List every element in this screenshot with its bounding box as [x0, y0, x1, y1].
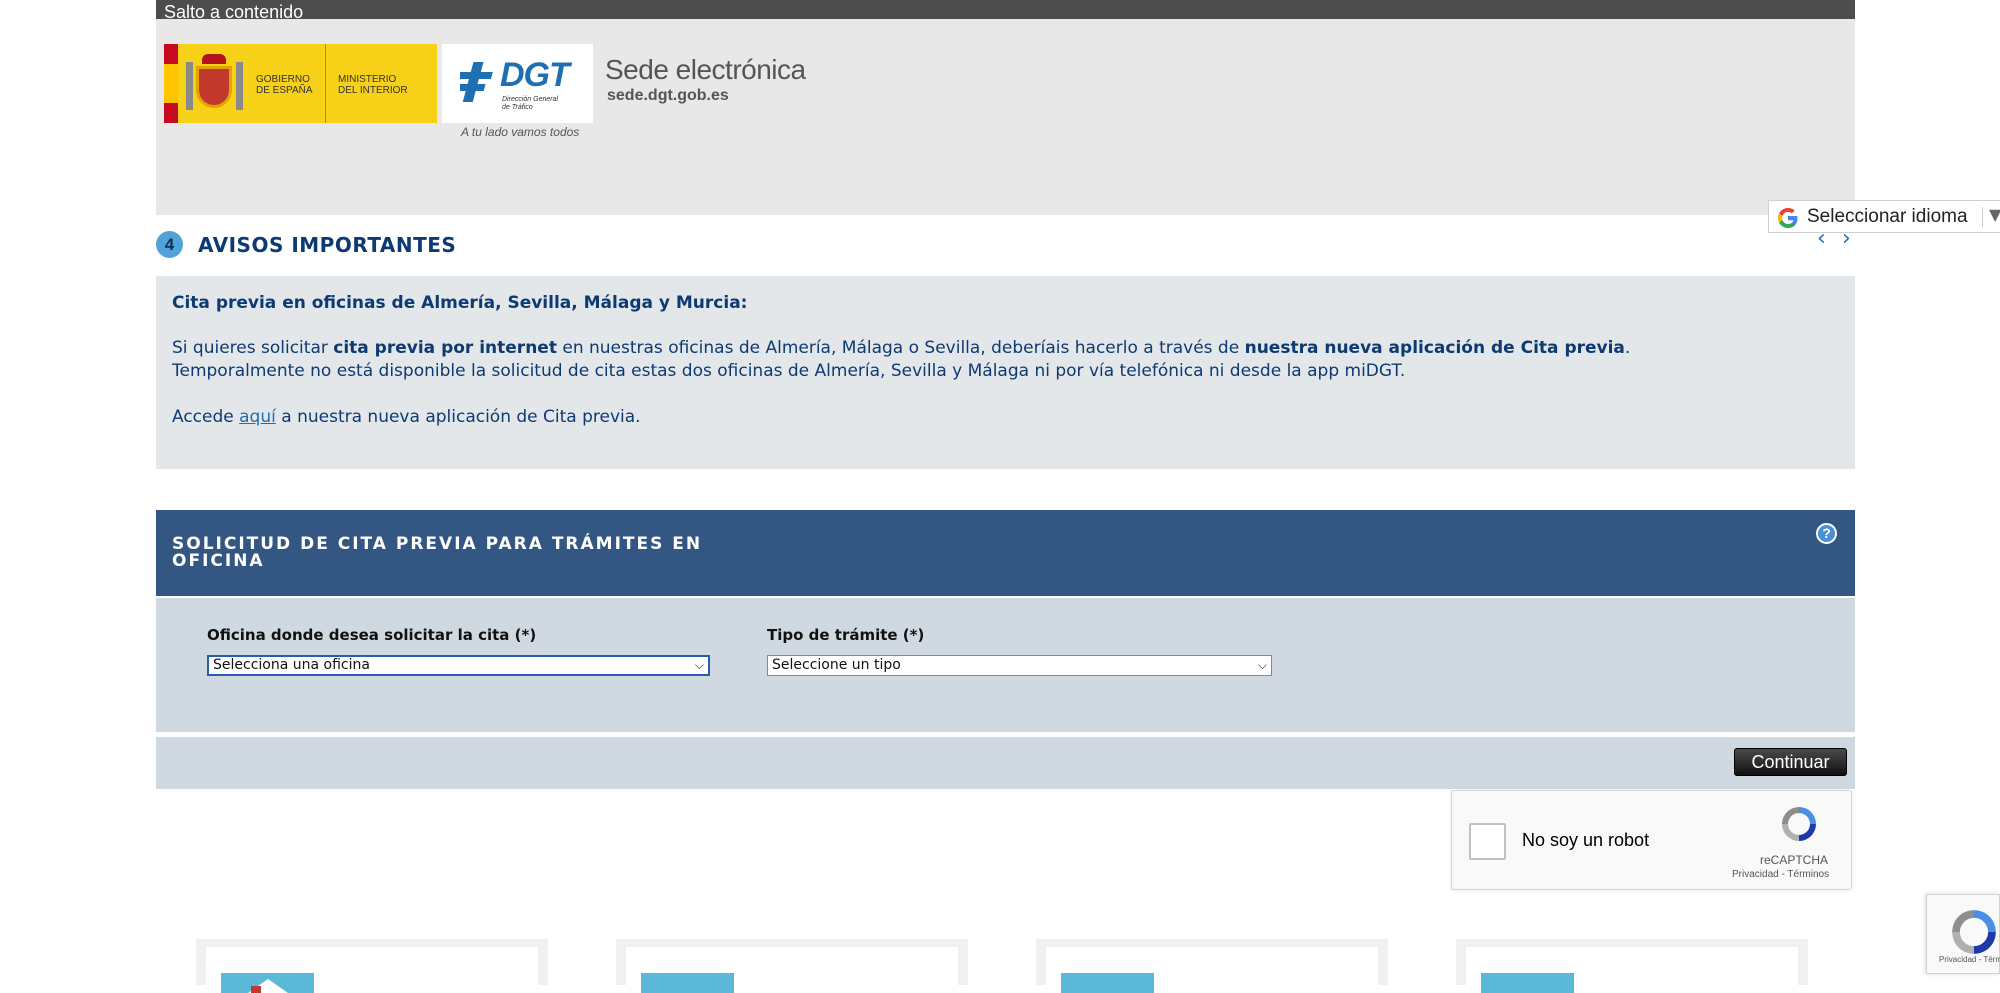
avisos-title: AVISOS IMPORTANTES	[198, 233, 457, 257]
recaptcha-widget: No soy un robot reCAPTCHA Privacidad - T…	[1451, 790, 1852, 890]
recaptcha-badge[interactable]: Privacidad - Términos	[1926, 894, 2000, 974]
home-icon	[221, 973, 314, 993]
aviso-panel: Cita previa en oficinas de Almería, Sevi…	[156, 276, 1855, 469]
solicitud-header: SOLICITUD DE CITA PREVIA PARA TRÁMITES E…	[156, 510, 1855, 596]
dgt-subtitle: Dirección General de Tráfico	[502, 96, 559, 111]
service-icon	[641, 973, 734, 993]
recaptcha-badge-icon	[1952, 910, 1996, 954]
dgt-letters: DGT	[500, 56, 570, 94]
site-header: Gobierno de España Ministerio del Interi…	[156, 19, 2000, 233]
language-separator	[1982, 207, 1983, 227]
oficina-select-value: Selecciona una oficina	[213, 657, 370, 673]
service-card-inner	[1046, 947, 1378, 993]
oficina-label: Oficina donde desea solicitar la cita (*…	[207, 626, 537, 644]
language-selector[interactable]: Seleccionar idioma ▼	[1768, 200, 2000, 233]
service-card[interactable]	[1456, 939, 1808, 993]
help-icon[interactable]: ?	[1816, 523, 1837, 544]
recaptcha-badge-links: Privacidad - Términos	[1939, 955, 2000, 964]
coat-of-arms-icon	[178, 44, 248, 123]
continue-button[interactable]: Continuar	[1734, 748, 1847, 776]
gobierno-text: Gobierno de España	[248, 44, 326, 123]
recaptcha-checkbox[interactable]	[1469, 823, 1506, 860]
dgt-slogan: A tu lado vamos todos	[461, 125, 580, 139]
avisos-prev-icon[interactable]: ‹	[1817, 226, 1826, 251]
tramite-select-value: Seleccione un tipo	[772, 657, 901, 673]
service-card-inner	[206, 947, 538, 993]
chevron-down-icon: ⌵	[1257, 658, 1267, 672]
spain-flag-icon	[164, 44, 178, 123]
solicitud-form: Oficina donde desea solicitar la cita (*…	[156, 598, 1855, 732]
aviso-line-2: Temporalmente no está disponible la soli…	[172, 361, 1406, 381]
dgt-logo[interactable]: DGT Dirección General de Tráfico	[442, 44, 593, 123]
aviso-heading: Cita previa en oficinas de Almería, Sevi…	[172, 293, 748, 313]
sede-url: sede.dgt.gob.es	[607, 87, 729, 104]
dropdown-arrow-icon: ▼	[1989, 205, 2000, 224]
aviso-aqui-link[interactable]: aquí	[239, 407, 276, 427]
recaptcha-brand: reCAPTCHA	[1760, 853, 1829, 867]
google-icon	[1778, 208, 1798, 228]
aviso-line-1: Si quieres solicitar cita previa por int…	[172, 338, 1631, 358]
gobierno-logo[interactable]: Gobierno de España Ministerio del Interi…	[164, 44, 437, 123]
avisos-count-badge: 4	[156, 231, 183, 258]
dgt-mark-icon	[460, 62, 493, 102]
recaptcha-links[interactable]: Privacidad - Términos	[1732, 869, 1829, 880]
aviso-line-3: Accede aquí a nuestra nueva aplicación d…	[172, 407, 641, 427]
oficina-select[interactable]: Selecciona una oficina ⌵	[207, 655, 710, 676]
sede-title: Sede electrónica	[605, 54, 806, 85]
recaptcha-label: No soy un robot	[1522, 830, 1650, 850]
language-selector-label: Seleccionar idioma	[1807, 206, 1968, 227]
service-icon	[1061, 973, 1154, 993]
tramite-select[interactable]: Seleccione un tipo ⌵	[767, 655, 1272, 676]
service-card[interactable]	[196, 939, 548, 993]
recaptcha-logo-icon	[1782, 807, 1816, 841]
service-card[interactable]	[616, 939, 968, 993]
service-card[interactable]	[1036, 939, 1388, 993]
solicitud-title: SOLICITUD DE CITA PREVIA PARA TRÁMITES E…	[172, 534, 703, 571]
tramite-label: Tipo de trámite (*)	[767, 626, 925, 644]
chevron-down-icon: ⌵	[694, 658, 704, 672]
service-card-inner	[626, 947, 958, 993]
avisos-next-icon[interactable]: ›	[1842, 226, 1851, 251]
skip-bar: Salto a contenido	[156, 0, 1855, 22]
service-icon	[1481, 973, 1574, 993]
ministerio-text: Ministerio del Interior	[338, 74, 408, 96]
service-card-inner	[1466, 947, 1798, 993]
solicitud-footer: Continuar	[156, 737, 1855, 789]
